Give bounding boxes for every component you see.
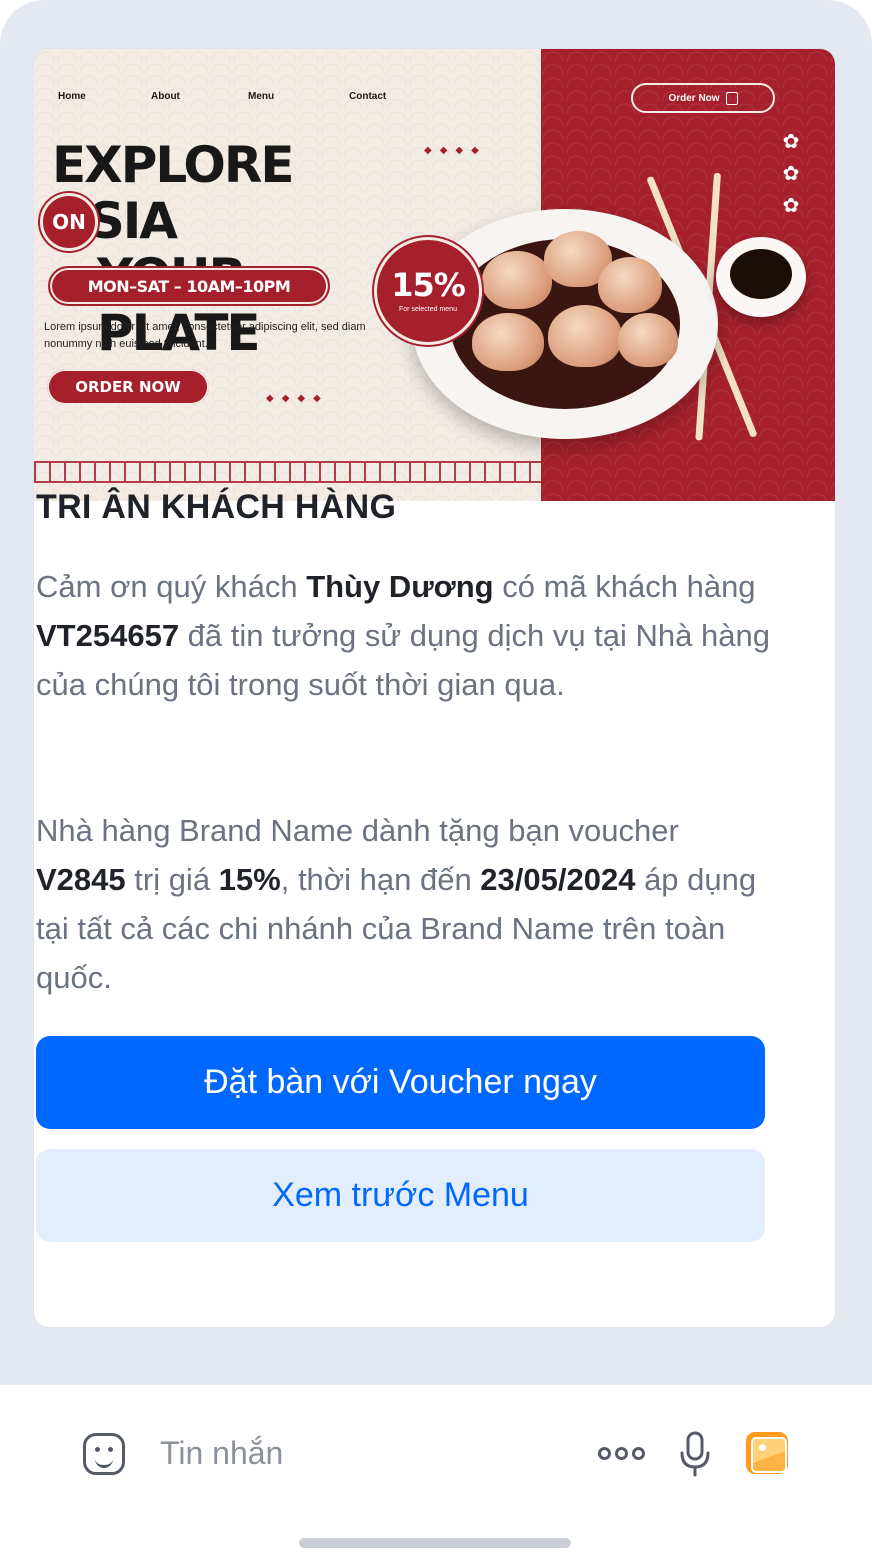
banner-nav: Home About Menu Contact bbox=[34, 91, 541, 105]
message-paragraph-thanks: Cảm ơn quý khách Thùy Dương có mã khách … bbox=[36, 562, 771, 709]
shopping-bag-icon bbox=[725, 91, 738, 105]
banner-hours: MON–SAT – 10AM–10PM bbox=[48, 266, 330, 306]
discount-caption: For selected menu bbox=[399, 306, 457, 313]
discount-badge: 15% For selected menu bbox=[374, 237, 482, 345]
more-icon[interactable] bbox=[598, 1443, 648, 1463]
customer-name: Thùy Dương bbox=[306, 569, 494, 604]
sauce-bowl bbox=[716, 237, 806, 317]
message-input[interactable] bbox=[160, 1429, 560, 1477]
decor-diamonds-bottom: ◆◆◆◆ bbox=[266, 393, 329, 404]
message-paragraph-voucher: Nhà hàng Brand Name dành tặng bạn vouche… bbox=[36, 806, 771, 1002]
banner-nav-home: Home bbox=[58, 91, 86, 102]
voucher-value: 15% bbox=[218, 862, 281, 897]
banner-order-now-label: Order Now bbox=[668, 92, 720, 104]
preview-menu-button[interactable]: Xem trước Menu bbox=[36, 1149, 765, 1242]
book-with-voucher-button[interactable]: Đặt bàn với Voucher ngay bbox=[36, 1036, 765, 1129]
flower-ornament-icon: ✿ bbox=[782, 131, 800, 153]
home-indicator bbox=[299, 1538, 571, 1548]
voucher-code: V2845 bbox=[36, 862, 126, 897]
banner-description: Lorem ipsum dolor sit amet, consectetuer… bbox=[44, 321, 366, 350]
flower-ornament-icon: ✿ bbox=[782, 163, 800, 185]
text-segment: Cảm ơn quý khách bbox=[36, 569, 307, 604]
message-title: TRI ÂN KHÁCH HÀNG bbox=[36, 488, 397, 526]
text-segment: trị giá bbox=[125, 862, 219, 897]
decor-diamonds-top: ◆◆◆◆ bbox=[424, 145, 487, 156]
text-segment: có mã khách hàng bbox=[493, 569, 756, 604]
voucher-expiry-date: 23/05/2024 bbox=[480, 862, 636, 897]
message-composer bbox=[0, 1384, 872, 1564]
image-icon[interactable] bbox=[746, 1432, 788, 1474]
banner-order-button: ORDER NOW bbox=[47, 369, 209, 405]
banner-on-badge: ON bbox=[40, 193, 98, 251]
banner-nav-contact: Contact bbox=[349, 91, 387, 102]
banner-nav-about: About bbox=[151, 91, 180, 102]
banner-nav-menu: Menu bbox=[248, 91, 275, 102]
emoji-icon[interactable] bbox=[83, 1433, 125, 1475]
greek-key-border bbox=[34, 461, 541, 483]
flower-ornament-icon: ✿ bbox=[782, 195, 800, 217]
discount-value: 15% bbox=[391, 266, 466, 304]
banner-order-now-pill: Order Now bbox=[631, 83, 775, 113]
text-segment: Nhà hàng Brand Name dành tặng bạn vouche… bbox=[36, 813, 679, 848]
microphone-icon[interactable] bbox=[678, 1431, 712, 1477]
promo-banner-image[interactable]: Home About Menu Contact Order Now ◆◆◆◆ E… bbox=[34, 49, 835, 501]
text-segment: , thời hạn đến bbox=[280, 862, 481, 897]
customer-code: VT254657 bbox=[36, 618, 180, 653]
